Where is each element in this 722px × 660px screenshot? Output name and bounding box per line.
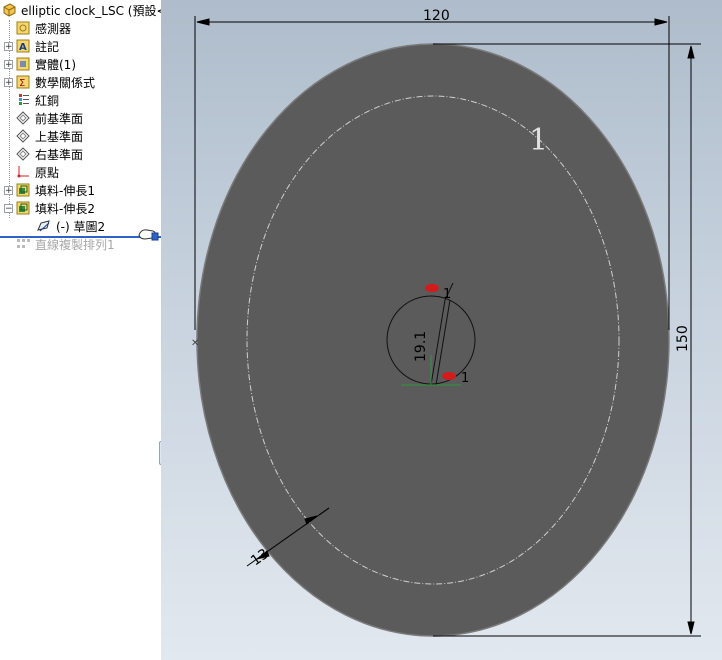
hand-length-label: 19.1 <box>413 331 429 362</box>
annotation-icon: A <box>16 39 30 53</box>
collapse-icon[interactable]: − <box>4 203 13 213</box>
extrude-icon <box>16 201 30 215</box>
tree-item-label: 直線複製排列1 <box>35 237 115 252</box>
svg-text:A: A <box>19 42 27 53</box>
tree-item-5[interactable]: 前基準面 <box>4 109 83 127</box>
tree-item-10[interactable]: − 填料-伸長2 <box>4 199 95 217</box>
tree-item-0[interactable]: 感測器 <box>4 19 71 37</box>
plane-icon <box>16 111 30 125</box>
plane-icon <box>16 129 30 143</box>
tree-item-6[interactable]: 上基準面 <box>4 127 83 145</box>
expand-icon[interactable]: + <box>4 185 13 195</box>
tree-connector <box>4 150 13 159</box>
small-dimension-b-label: 1 <box>443 287 451 302</box>
sensor-icon <box>16 21 30 35</box>
tree-item-label: (-) 草圖2 <box>56 219 106 234</box>
small-dimension-a-label: 1 <box>461 371 469 386</box>
tree-item-label: 紅銅 <box>35 93 60 108</box>
solid-bodies-icon <box>16 57 30 71</box>
graphics-viewport[interactable]: 120 150 13 1 19.1 1 1 ✕ <box>161 0 722 660</box>
tree-item-label: 前基準面 <box>35 111 84 126</box>
tree-item-label: 右基準面 <box>35 147 84 162</box>
tree-item-label: 實體(1) <box>35 57 76 72</box>
red-arrow-bottom-icon <box>442 372 456 380</box>
tree-item-label: 上基準面 <box>35 129 84 144</box>
expand-icon[interactable]: + <box>4 77 13 87</box>
tree-root-label: elliptic clock_LSC (預設< <box>21 3 162 18</box>
tree-connector <box>4 240 13 249</box>
sketch-icon <box>37 219 51 233</box>
tree-item-4[interactable]: 紅銅 <box>4 91 59 109</box>
linear-pattern-icon <box>16 237 30 251</box>
expand-icon[interactable]: + <box>4 41 13 51</box>
tree-item-label: 原點 <box>35 165 60 180</box>
tree-item-8[interactable]: 原點 <box>4 163 59 181</box>
red-arrow-top-icon <box>425 284 439 292</box>
rollback-hand-icon[interactable] <box>137 226 159 247</box>
origin-icon <box>16 165 30 179</box>
tree-connector <box>4 168 13 177</box>
tree-item-label: 填料-伸長2 <box>35 201 95 216</box>
dimension-height-label: 150 <box>675 325 691 352</box>
elliptic-clock-body[interactable] <box>196 43 670 637</box>
tree-item-label: 填料-伸長1 <box>35 183 95 198</box>
tree-item-label: 感測器 <box>35 21 72 36</box>
equations-icon: Σ <box>16 75 30 89</box>
tree-item-1[interactable]: + A 註記 <box>4 37 59 55</box>
feature-manager-tree: elliptic clock_LSC (預設< 感測器 + A 註記 + 實體(1) + Σ 數… <box>0 0 162 660</box>
tree-item-11[interactable]: (-) 草圖2 <box>37 217 105 235</box>
material-icon <box>16 93 30 107</box>
tree-item-label: 註記 <box>35 39 60 54</box>
dimension-width-label: 120 <box>423 8 450 24</box>
tree-item-2[interactable]: + 實體(1) <box>4 55 76 73</box>
extrude-icon <box>16 183 30 197</box>
tree-item-7[interactable]: 右基準面 <box>4 145 83 163</box>
hour-number-label[interactable]: 1 <box>529 123 548 158</box>
tree-root-part[interactable]: elliptic clock_LSC (預設< <box>2 1 162 19</box>
tree-item-label: 數學關係式 <box>35 75 96 90</box>
plane-icon <box>16 147 30 161</box>
tree-connector <box>4 24 13 33</box>
left-point-marker: ✕ <box>191 338 199 349</box>
svg-text:Σ: Σ <box>19 78 25 89</box>
tree-item-9[interactable]: + 填料-伸長1 <box>4 181 95 199</box>
tree-connector <box>4 114 13 123</box>
tree-connector <box>4 96 13 105</box>
tree-connector <box>4 132 13 141</box>
part-icon <box>2 3 16 17</box>
tree-item-3[interactable]: + Σ 數學關係式 <box>4 73 95 91</box>
expand-icon[interactable]: + <box>4 59 13 69</box>
